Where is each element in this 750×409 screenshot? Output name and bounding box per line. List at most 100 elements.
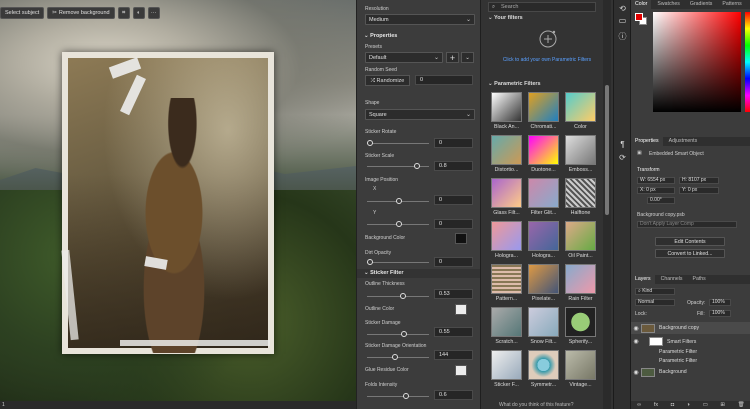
adjust-panel-icon[interactable]: ⟳ [618,153,627,162]
filter-tile[interactable]: Hologra... [528,221,559,262]
remove-background-button[interactable]: ✂ Remove background [47,7,115,19]
y-field[interactable]: Y: 0 px [679,187,719,194]
glue-residue-swatch[interactable] [455,365,467,376]
comment-icon[interactable]: ▭ [618,16,627,25]
slider-knob[interactable] [400,293,406,299]
y-position-input[interactable]: 0 [434,219,473,229]
scrollbar-thumb[interactable] [605,85,609,215]
outline-thickness-input[interactable]: 0.53 [434,289,473,299]
panel-tab[interactable]: Gradients [686,0,717,9]
width-field[interactable]: W: 6554 px [637,177,675,184]
filter-tile[interactable]: Pattern... [491,264,522,305]
sticker-damage-input[interactable]: 0.55 [434,327,473,337]
filter-tile[interactable]: Hologra... [491,221,522,262]
edit-contents-button[interactable]: Edit Contents [655,237,725,246]
damage-orientation-input[interactable]: 144 [434,350,473,360]
blend-mode-select[interactable]: Normal [635,299,675,306]
folds-intensity-input[interactable]: 0.6 [434,390,473,400]
add-preset-button[interactable]: + [446,52,459,63]
feedback-link[interactable]: What do you think of this feature? [499,402,574,408]
filter-tile[interactable]: Filter Glit... [528,178,559,219]
slider-knob[interactable] [367,259,373,265]
slider-knob[interactable] [414,163,420,169]
x-position-slider[interactable] [367,198,429,204]
more-options-button[interactable]: ··· [147,7,160,19]
folds-intensity-slider[interactable] [367,393,429,399]
filter-tile[interactable]: Emboss... [565,135,596,176]
color-picker-field[interactable] [653,12,741,112]
link-icon[interactable]: ∞ [637,401,641,409]
filter-tile[interactable]: Scratch... [491,307,522,348]
folder-icon[interactable]: ▭ [703,401,708,409]
panel-tab[interactable]: Properties [631,137,663,146]
filter-tile[interactable]: Rain Filter [565,264,596,305]
resolution-select[interactable]: Medium ⌄ [365,14,475,25]
sticker-damage-slider[interactable] [367,331,429,337]
presets-select[interactable]: Default ⌄ [365,52,443,63]
properties-section-header[interactable]: ⌄ Properties [357,32,480,41]
sticker-filter-section-header[interactable]: ⌄ Sticker Filter [357,269,480,278]
filter-tile[interactable]: Black An... [491,92,522,133]
panel-tab[interactable]: Color [631,0,652,9]
layer-kind-filter[interactable]: ⌕ Kind [635,288,675,295]
layer-row[interactable]: ◉ Background copy [631,322,750,334]
sticker-rotate-slider[interactable] [367,140,429,146]
shape-select[interactable]: Square ⌄ [365,109,475,120]
filter-tile[interactable]: Snow Filt... [528,307,559,348]
filter-tile[interactable]: Chromati... [528,92,559,133]
random-seed-input[interactable]: 0 [415,75,473,85]
filter-row[interactable]: Parametric Filter [631,357,750,365]
panel-tab[interactable]: Swatches [653,0,684,9]
transform-icon[interactable]: ⌗ [117,7,130,19]
layer-row[interactable]: ◉ Background [631,366,750,378]
eye-icon[interactable]: ◉ [631,325,641,332]
filter-tile[interactable]: Duotone... [528,135,559,176]
panel-tab[interactable]: Paths [689,275,710,284]
your-filters-header[interactable]: ⌄ Your filters [481,14,605,23]
history-icon[interactable]: ⟲ [618,4,627,13]
slider-knob[interactable] [403,393,409,399]
filter-tile[interactable]: Glass Filt... [491,178,522,219]
filter-tile[interactable]: Oil Paint... [565,221,596,262]
info-icon[interactable]: ⓘ [618,32,627,41]
filter-search-input[interactable]: ⌕ Search [488,2,596,12]
sticker-scale-input[interactable]: 0.8 [434,161,473,171]
panel-tab[interactable]: Patterns [718,0,745,9]
filter-tile[interactable]: Vintage... [565,350,596,391]
paragraph-icon[interactable]: ¶ [618,140,627,149]
layer-comp-select[interactable]: Don't Apply Layer Comp [637,221,737,228]
eye-icon[interactable]: ◉ [631,338,641,345]
fill-input[interactable]: 100% [709,310,731,317]
slider-knob[interactable] [401,331,407,337]
adjustment-icon[interactable]: ◑ [687,401,690,409]
x-field[interactable]: X: 0 px [637,187,675,194]
filter-tile[interactable]: Distortio... [491,135,522,176]
background-color-swatch[interactable] [455,233,467,244]
damage-orientation-slider[interactable] [367,354,429,360]
slider-knob[interactable] [367,140,373,146]
fx-icon[interactable]: fx [654,401,658,409]
panel-tab[interactable]: Adjustments [665,137,702,146]
filter-tile[interactable]: Spherify... [565,307,596,348]
slider-knob[interactable] [396,198,402,204]
height-field[interactable]: H: 8107 px [679,177,719,184]
filter-tile[interactable]: Sticker F... [491,350,522,391]
new-layer-icon[interactable]: ⊞ [720,401,725,409]
slider-knob[interactable] [396,221,402,227]
outline-thickness-slider[interactable] [367,293,429,299]
mask-icon[interactable]: ◘ [671,401,674,409]
document-canvas[interactable]: Select subject ✂ Remove background ⌗ ◐ ·… [0,0,356,409]
dirt-opacity-slider[interactable] [367,259,429,265]
eye-icon[interactable]: ◉ [631,369,641,376]
parametric-filters-header[interactable]: ⌄ Parametric Filters [481,80,605,89]
filter-tile[interactable]: Pixelate... [528,264,559,305]
add-your-filters-area[interactable]: Click to add your own Parametric Filters [489,24,605,76]
hue-slider[interactable] [745,12,750,112]
preset-menu-button[interactable]: ⌄ [461,52,474,63]
foreground-color-swatch[interactable] [635,13,643,21]
panel-tab[interactable]: Layers [631,275,655,284]
select-subject-button[interactable]: Select subject [0,7,45,19]
panel-tab[interactable]: Channels [657,275,687,284]
filter-row[interactable]: Parametric Filter [631,348,750,356]
trash-icon[interactable]: 🗑 [738,401,745,409]
